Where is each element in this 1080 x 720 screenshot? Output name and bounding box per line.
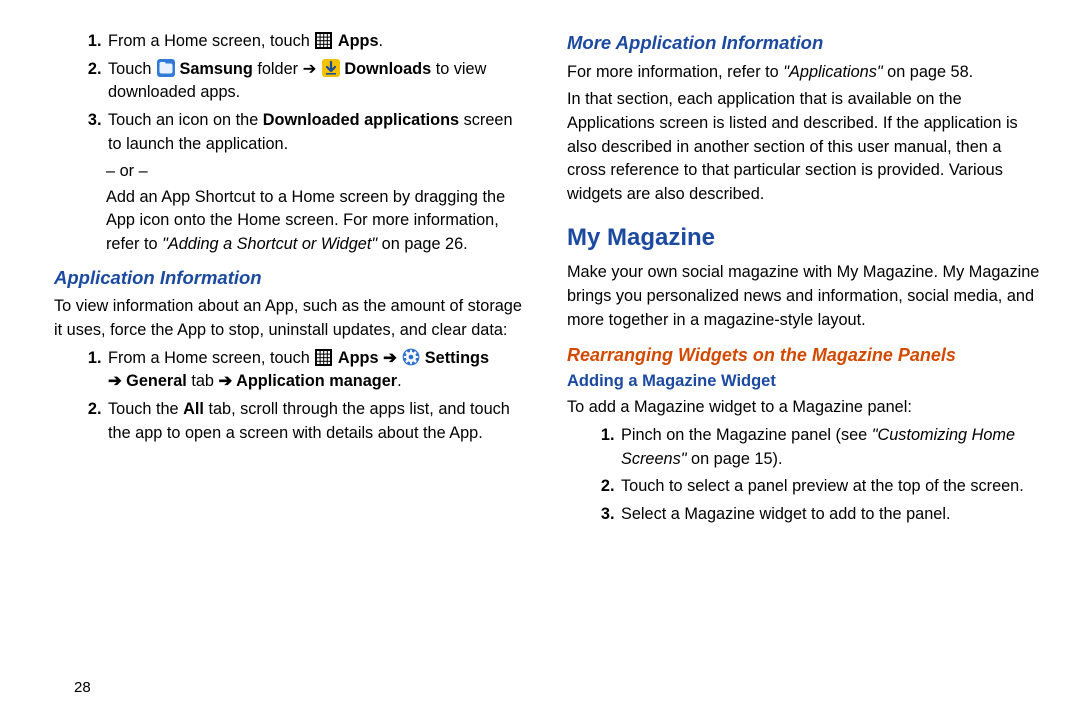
text: Touch the: [108, 400, 183, 418]
or-divider: – or –: [106, 160, 527, 184]
cross-ref: "Adding a Shortcut or Widget": [162, 235, 377, 253]
downloads-icon: [322, 59, 339, 76]
all-label: All: [183, 400, 204, 418]
appmgr-label: Application manager: [236, 372, 397, 390]
apps-grid-icon: [315, 349, 332, 366]
arrow-icon: ➔: [379, 349, 402, 367]
apps-label: Apps: [338, 32, 379, 50]
body-text: To view information about an App, such a…: [54, 295, 527, 342]
samsung-folder-icon: [157, 59, 174, 76]
manual-page: From a Home screen, touch Apps. Touch Sa…: [0, 0, 1080, 720]
text: folder: [257, 60, 302, 78]
text: From a Home screen, touch: [108, 32, 314, 50]
heading-my-magazine: My Magazine: [567, 221, 1040, 256]
list-item: Select a Magazine widget to add to the p…: [619, 503, 1040, 527]
text: From a Home screen, touch: [108, 349, 314, 367]
arrow-icon: ➔: [108, 372, 126, 390]
steps-list-1: From a Home screen, touch Apps. Touch Sa…: [54, 30, 527, 156]
samsung-label: Samsung: [180, 60, 253, 78]
text: Touch an icon on the: [108, 111, 263, 129]
list-item: From a Home screen, touch Apps ➔ Setting…: [106, 347, 527, 394]
text: Touch: [108, 60, 156, 78]
left-column: From a Home screen, touch Apps. Touch Sa…: [54, 30, 527, 700]
steps-list-3: Pinch on the Magazine panel (see "Custom…: [567, 424, 1040, 527]
heading-rearranging-widgets: Rearranging Widgets on the Magazine Pane…: [567, 342, 1040, 368]
general-label: General: [126, 372, 187, 390]
text: tab: [187, 372, 219, 390]
list-item: Touch to select a panel preview at the t…: [619, 475, 1040, 499]
cross-ref: "Applications": [783, 63, 882, 81]
arrow-icon: ➔: [303, 60, 317, 78]
settings-label: Settings: [425, 349, 489, 367]
heading-application-information: Application Information: [54, 265, 527, 292]
text: on page 58.: [883, 63, 974, 81]
text: Select a Magazine widget to add to the p…: [621, 505, 950, 523]
page-number: 28: [74, 679, 91, 696]
apps-label: Apps: [338, 349, 379, 367]
steps-list-2: From a Home screen, touch Apps ➔ Setting…: [54, 347, 527, 446]
body-text: In that section, each application that i…: [567, 88, 1040, 206]
text: on page 26.: [377, 235, 468, 253]
apps-grid-icon: [315, 32, 332, 49]
body-text: Make your own social magazine with My Ma…: [567, 261, 1040, 332]
more-info-line: For more information, refer to "Applicat…: [567, 61, 1040, 85]
arrow-icon: ➔: [219, 372, 237, 390]
right-column: More Application Information For more in…: [567, 30, 1040, 700]
downloads-label: Downloads: [344, 60, 431, 78]
shortcut-note: Add an App Shortcut to a Home screen by …: [106, 186, 527, 257]
list-item: Touch the All tab, scroll through the ap…: [106, 398, 527, 445]
text: Pinch on the Magazine panel (see: [621, 426, 872, 444]
text: .: [397, 372, 402, 390]
list-item: Touch Samsung folder ➔ Downloads to view…: [106, 58, 527, 105]
body-text: To add a Magazine widget to a Magazine p…: [567, 396, 1040, 420]
text: .: [379, 32, 384, 50]
text: Touch to select a panel preview at the t…: [621, 477, 1024, 495]
list-item: From a Home screen, touch Apps.: [106, 30, 527, 54]
list-item: Touch an icon on the Downloaded applicat…: [106, 109, 527, 156]
text: For more information, refer to: [567, 63, 783, 81]
list-item: Pinch on the Magazine panel (see "Custom…: [619, 424, 1040, 471]
gear-icon: [402, 348, 419, 365]
bold-text: Downloaded applications: [263, 111, 459, 129]
heading-more-application-information: More Application Information: [567, 30, 1040, 57]
heading-adding-magazine-widget: Adding a Magazine Widget: [567, 370, 1040, 394]
text: on page 15).: [687, 450, 783, 468]
